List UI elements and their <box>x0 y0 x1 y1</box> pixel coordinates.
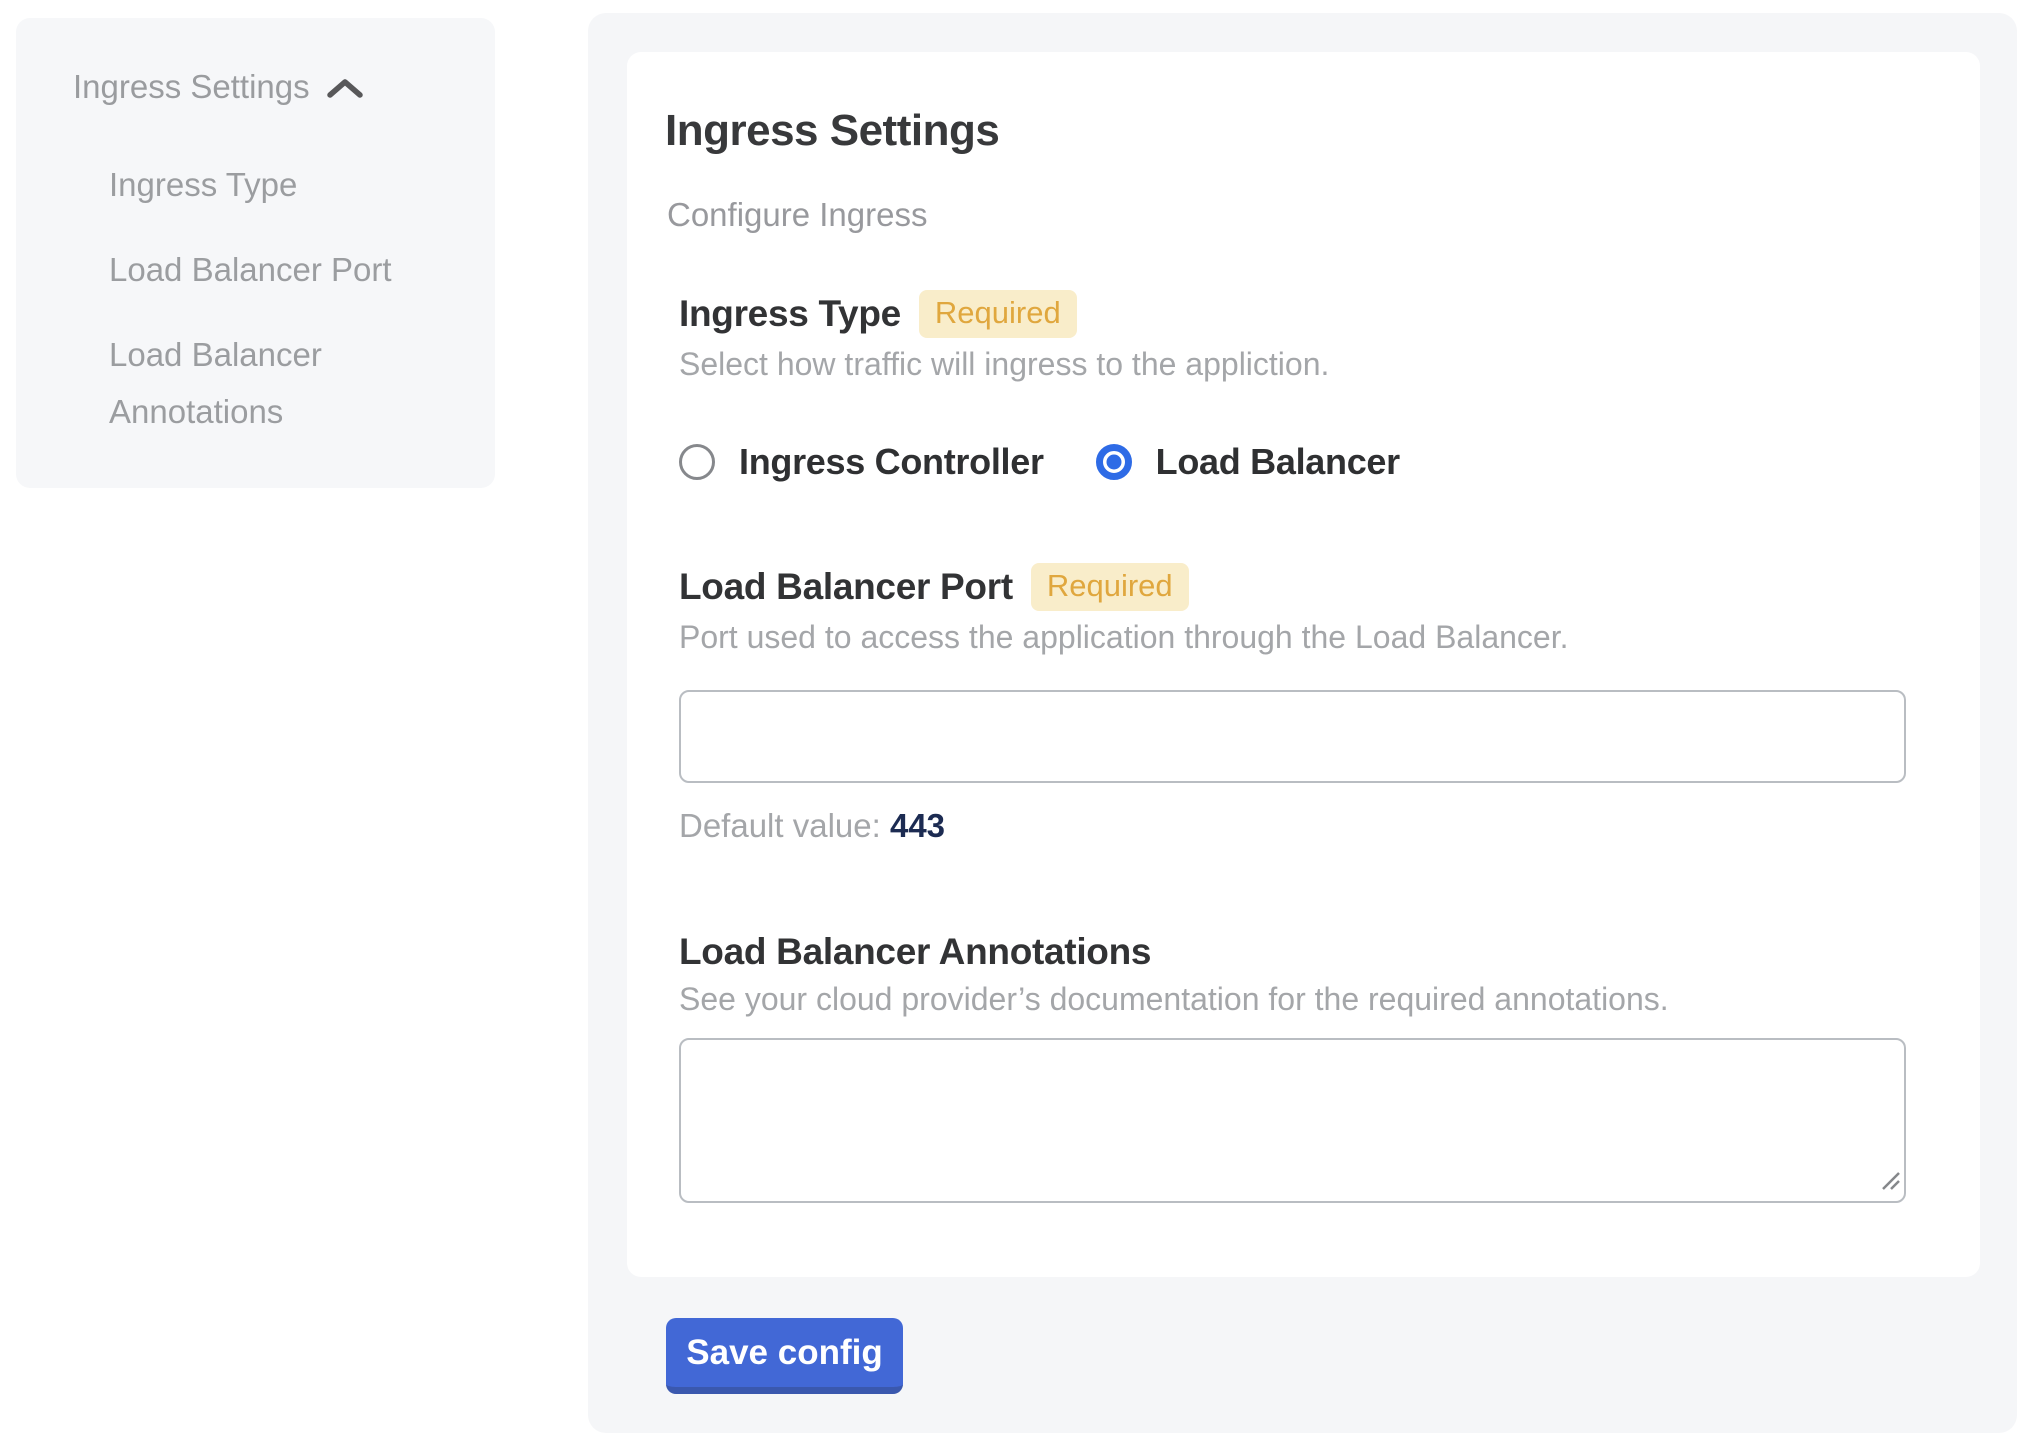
page-subtitle: Configure Ingress <box>667 196 1920 234</box>
sidebar-item-ingress-type[interactable]: Ingress Type <box>109 156 454 213</box>
settings-panel: Ingress Settings Configure Ingress Ingre… <box>588 13 2017 1433</box>
settings-nav-sidebar: Ingress Settings Ingress Type Load Balan… <box>16 18 495 488</box>
default-value-label: Default value: <box>679 807 890 844</box>
radio-load-balancer-selected[interactable] <box>1096 444 1132 480</box>
chevron-up-icon <box>326 77 364 101</box>
sidebar-item-list: Ingress Type Load Balancer Port Load Bal… <box>109 156 454 440</box>
sidebar-section-label: Ingress Settings <box>73 68 310 106</box>
radio-label-ingress-controller: Ingress Controller <box>739 441 1044 483</box>
radio-option-ingress-controller[interactable]: Ingress Controller <box>679 441 1044 483</box>
field-label-ingress-type: Ingress Type <box>679 293 901 335</box>
sidebar-section-ingress-settings[interactable]: Ingress Settings <box>73 68 495 106</box>
resize-handle-icon[interactable] <box>1879 1169 1901 1196</box>
page-title: Ingress Settings <box>665 106 1920 156</box>
save-config-button[interactable]: Save config <box>666 1318 903 1394</box>
sidebar-item-load-balancer-annotations[interactable]: Load Balancer Annotations <box>109 326 454 440</box>
field-sections: Ingress Type Required Select how traffic… <box>679 290 1920 1203</box>
default-value-line: Default value: 443 <box>679 807 1920 845</box>
default-value: 443 <box>890 807 945 844</box>
ingress-type-radio-group: Ingress Controller Load Balancer <box>679 441 1920 483</box>
sidebar-item-load-balancer-port[interactable]: Load Balancer Port <box>109 241 454 298</box>
ingress-settings-card: Ingress Settings Configure Ingress Ingre… <box>627 52 1980 1277</box>
field-description-ingress-type: Select how traffic will ingress to the a… <box>679 346 1920 383</box>
field-ingress-type: Ingress Type Required Select how traffic… <box>679 290 1920 483</box>
field-label-load-balancer-annotations: Load Balancer Annotations <box>679 931 1920 973</box>
radio-ingress-controller-unselected[interactable] <box>679 444 715 480</box>
field-load-balancer-annotations: Load Balancer Annotations See your cloud… <box>679 931 1920 1203</box>
required-badge: Required <box>1031 563 1189 611</box>
radio-label-load-balancer: Load Balancer <box>1156 441 1400 483</box>
required-badge: Required <box>919 290 1077 338</box>
field-description-load-balancer-port: Port used to access the application thro… <box>679 619 1920 656</box>
field-description-load-balancer-annotations: See your cloud provider’s documentation … <box>679 981 1920 1018</box>
load-balancer-port-input[interactable] <box>679 690 1906 783</box>
radio-option-load-balancer[interactable]: Load Balancer <box>1096 441 1400 483</box>
load-balancer-annotations-textarea[interactable] <box>679 1038 1906 1203</box>
field-load-balancer-port: Load Balancer Port Required Port used to… <box>679 563 1920 845</box>
field-label-load-balancer-port: Load Balancer Port <box>679 566 1013 608</box>
